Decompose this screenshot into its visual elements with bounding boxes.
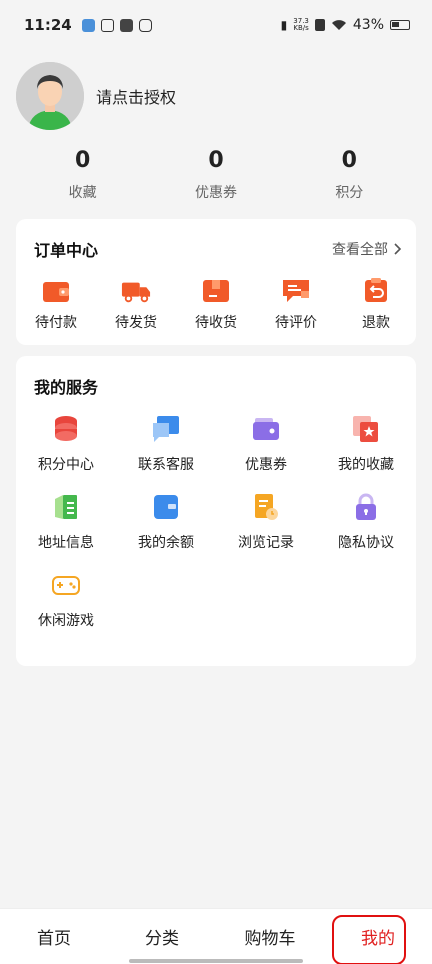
battery-icon (390, 20, 410, 30)
speed-unit: KB/s (293, 24, 309, 32)
gamepad-icon (51, 570, 81, 600)
tab-mine[interactable]: 我的 (324, 909, 432, 964)
stat-points[interactable]: 0 积分 (283, 146, 416, 202)
my-services-card: 我的服务 积分中心 联系客服 优惠券 我的收藏 地址信息 我的余额 浏览记录 隐… (16, 356, 416, 666)
chat-icon (151, 414, 181, 444)
avatar[interactable] (16, 62, 84, 130)
service-browse-history[interactable]: 浏览记录 (216, 492, 316, 552)
service-contact-support[interactable]: 联系客服 (116, 414, 216, 474)
service-points-center[interactable]: 积分中心 (16, 414, 116, 474)
status-left: 11:24 (24, 16, 152, 34)
service-my-balance[interactable]: 我的余额 (116, 492, 216, 552)
package-icon (201, 277, 231, 305)
stat-value: 0 (208, 148, 224, 173)
tab-label: 分类 (145, 928, 179, 949)
view-all-orders-link[interactable]: 查看全部 (332, 239, 402, 259)
stat-label: 优惠券 (194, 185, 237, 201)
tab-cart[interactable]: 购物车 (216, 909, 324, 964)
service-casual-games[interactable]: 休闲游戏 (16, 570, 116, 630)
status-right: ▮ 37.3 KB/s 43% (281, 17, 410, 33)
service-label: 休闲游戏 (38, 613, 94, 629)
balance-icon (151, 492, 181, 522)
status-bar: 11:24 ▮ 37.3 KB/s 43% (0, 0, 432, 50)
tab-label: 购物车 (244, 928, 296, 949)
wifi-icon (331, 20, 346, 30)
service-label: 我的余额 (138, 535, 194, 551)
service-label: 我的收藏 (338, 457, 394, 473)
service-address-info[interactable]: 地址信息 (16, 492, 116, 552)
order-center-title: 订单中心 (34, 241, 99, 260)
sim-icon (314, 19, 325, 31)
coupon-wallet-icon (251, 414, 281, 444)
gallery-notification-icon (81, 18, 95, 32)
app-notification-icon (100, 18, 114, 32)
stat-value: 0 (75, 148, 91, 173)
order-label: 待发货 (115, 315, 157, 331)
stat-label: 积分 (335, 185, 364, 201)
stat-value: 0 (341, 148, 357, 173)
service-label: 积分中心 (38, 457, 94, 473)
vibrate-icon: ▮ (280, 18, 288, 32)
chevron-right-icon (394, 243, 402, 255)
tab-home[interactable]: 首页 (0, 909, 108, 964)
link-notification-icon (119, 18, 133, 32)
avatar-illustration (16, 62, 84, 130)
order-pending-payment[interactable]: 待付款 (16, 277, 96, 332)
service-label: 隐私协议 (338, 535, 394, 551)
gesture-home-bar[interactable] (129, 959, 303, 963)
favorite-icon (351, 414, 381, 444)
stat-coupons[interactable]: 0 优惠券 (149, 146, 282, 202)
order-pending-review[interactable]: 待评价 (256, 277, 336, 332)
profile-header[interactable]: 请点击授权 (16, 62, 176, 130)
service-label: 优惠券 (245, 457, 287, 473)
coins-icon (51, 414, 81, 444)
order-refund[interactable]: 退款 (336, 277, 416, 332)
service-label: 地址信息 (38, 535, 94, 551)
review-icon (281, 277, 311, 305)
active-tab-highlight (332, 914, 406, 964)
service-coupons[interactable]: 优惠券 (216, 414, 316, 474)
status-time: 11:24 (24, 16, 72, 34)
order-pending-receipt[interactable]: 待收货 (176, 277, 256, 332)
view-all-label: 查看全部 (332, 242, 388, 258)
wallet-icon (41, 277, 71, 305)
refund-icon (361, 277, 391, 305)
stat-label: 收藏 (68, 185, 97, 201)
order-label: 待评价 (275, 315, 317, 331)
stats-row: 0 收藏 0 优惠券 0 积分 (16, 146, 416, 202)
service-label: 联系客服 (138, 457, 194, 473)
history-icon (251, 492, 281, 522)
tab-categories[interactable]: 分类 (108, 909, 216, 964)
order-label: 待收货 (195, 315, 237, 331)
truck-icon (121, 277, 151, 305)
chat-notification-icon (138, 18, 152, 32)
order-pending-shipment[interactable]: 待发货 (96, 277, 176, 332)
order-label: 待付款 (35, 315, 77, 331)
tab-label: 首页 (37, 928, 71, 949)
lock-icon (351, 492, 381, 522)
auth-prompt[interactable]: 请点击授权 (96, 84, 176, 108)
network-speed: 37.3 KB/s (293, 18, 309, 32)
services-title: 我的服务 (34, 378, 99, 397)
address-icon (51, 492, 81, 522)
order-status-row: 待付款 待发货 待收货 待评价 退款 (16, 277, 416, 332)
service-label: 浏览记录 (238, 535, 294, 551)
order-center-card: 订单中心 查看全部 待付款 待发货 待收货 待评价 退款 (16, 219, 416, 345)
service-privacy-policy[interactable]: 隐私协议 (316, 492, 416, 552)
services-grid: 积分中心 联系客服 优惠券 我的收藏 地址信息 我的余额 浏览记录 隐私协议 休… (16, 414, 416, 630)
service-my-favorites[interactable]: 我的收藏 (316, 414, 416, 474)
bottom-tab-bar: 首页 分类 购物车 我的 (0, 908, 432, 964)
order-label: 退款 (362, 315, 390, 331)
stat-favorites[interactable]: 0 收藏 (16, 146, 149, 202)
battery-percent: 43% (352, 17, 384, 33)
